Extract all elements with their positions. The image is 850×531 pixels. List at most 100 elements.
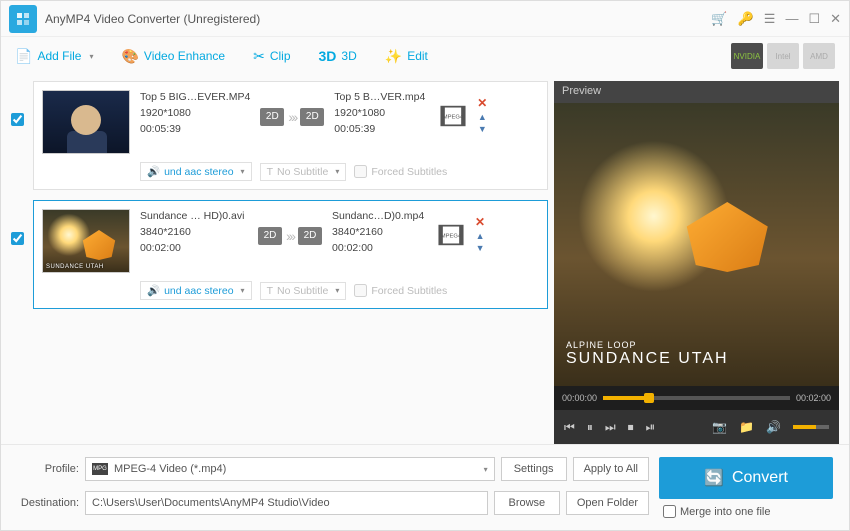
dest-info: Top 5 B…VER.mp4 1920*1080 00:05:39 bbox=[334, 90, 429, 137]
source-name: Top 5 BIG…EVER.MP4 bbox=[140, 90, 250, 106]
convert-icon: 🔄 bbox=[704, 468, 724, 488]
volume-slider[interactable] bbox=[793, 425, 829, 429]
dropdown-icon: ▾ bbox=[484, 465, 488, 474]
app-title: AnyMP4 Video Converter (Unregistered) bbox=[45, 12, 711, 26]
format-icon[interactable]: MPEG4 bbox=[439, 102, 467, 130]
2d-badge: 2D bbox=[260, 108, 284, 126]
subtitle-select[interactable]: T No Subtitle ▾ bbox=[260, 282, 347, 300]
move-up-button[interactable]: ▲ bbox=[478, 112, 487, 122]
move-down-button[interactable]: ▼ bbox=[478, 124, 487, 134]
subtitle-select[interactable]: T No Subtitle ▾ bbox=[260, 163, 347, 181]
speaker-icon: 🔊 bbox=[147, 165, 160, 178]
forced-sub-label: Forced Subtitles bbox=[371, 166, 447, 178]
wand-icon: ✨ bbox=[385, 48, 402, 65]
next-button[interactable]: ⏭ bbox=[605, 420, 616, 435]
snapshot-button[interactable]: 📷 bbox=[712, 420, 727, 434]
merge-checkbox-row[interactable]: Merge into one file bbox=[659, 505, 833, 518]
destination-value: C:\Users\User\Documents\AnyMP4 Studio\Vi… bbox=[92, 497, 330, 509]
add-file-label: Add File bbox=[37, 49, 81, 63]
bottom-panel: Profile: MPG MPEG-4 Video (*.mp4) ▾ Sett… bbox=[1, 444, 849, 530]
move-up-button[interactable]: ▲ bbox=[476, 231, 485, 241]
enhance-icon: 🎨 bbox=[121, 48, 138, 65]
thumbnail: SUNDANCE UTAH bbox=[42, 209, 130, 273]
pause-button[interactable]: ⏸ bbox=[587, 420, 593, 435]
move-down-button[interactable]: ▼ bbox=[476, 243, 485, 253]
gpu-amd[interactable]: AMD bbox=[803, 43, 835, 69]
dest-res: 1920*1080 bbox=[334, 106, 429, 122]
2d-badge: 2D bbox=[298, 227, 322, 245]
minimize-icon[interactable]: — bbox=[785, 11, 798, 26]
merge-label: Merge into one file bbox=[680, 506, 771, 518]
forced-sub-checkbox[interactable] bbox=[354, 165, 367, 178]
subtitle-label: No Subtitle bbox=[277, 166, 328, 178]
forced-sub-checkbox[interactable] bbox=[354, 284, 367, 297]
edit-label: Edit bbox=[407, 49, 428, 63]
close-icon[interactable]: ✕ bbox=[830, 11, 841, 27]
menu-icon[interactable]: ☰ bbox=[764, 11, 776, 27]
player-controls: ⏮ ⏸ ⏭ ⏹ ⏯ 📷 📁 🔊 bbox=[554, 410, 839, 444]
preview-header: Preview bbox=[554, 81, 839, 103]
profile-value: MPEG-4 Video (*.mp4) bbox=[114, 463, 226, 475]
key-icon[interactable]: 🔑 bbox=[738, 11, 754, 27]
apply-all-button[interactable]: Apply to All bbox=[573, 457, 649, 481]
edit-button[interactable]: ✨ Edit bbox=[385, 48, 428, 65]
audio-select[interactable]: 🔊 und aac stereo ▾ bbox=[140, 162, 252, 181]
dropdown-icon: ▾ bbox=[89, 52, 93, 61]
dest-info: Sundanc…D)0.mp4 3840*2160 00:02:00 bbox=[332, 209, 427, 256]
preview-video[interactable]: ALPINE LOOP SUNDANCE UTAH bbox=[554, 103, 839, 386]
clip-button[interactable]: ✂ Clip bbox=[253, 48, 290, 65]
gpu-intel[interactable]: Intel bbox=[767, 43, 799, 69]
source-dur: 00:02:00 bbox=[140, 241, 248, 257]
preview-overline: ALPINE LOOP bbox=[554, 340, 839, 350]
preview-title: SUNDANCE UTAH bbox=[554, 350, 839, 386]
file-row: SUNDANCE UTAH Sundance … HD)0.avi 3840*2… bbox=[11, 200, 548, 309]
destination-input[interactable]: C:\Users\User\Documents\AnyMP4 Studio\Vi… bbox=[85, 491, 488, 515]
browse-button[interactable]: Browse bbox=[494, 491, 560, 515]
remove-button[interactable]: ✕ bbox=[477, 96, 487, 110]
audio-label: und aac stereo bbox=[164, 166, 233, 178]
folder-button[interactable]: 📁 bbox=[739, 420, 754, 434]
video-enhance-button[interactable]: 🎨 Video Enhance bbox=[121, 48, 225, 65]
3d-label: 3D bbox=[341, 49, 356, 63]
cart-icon[interactable]: 🛒 bbox=[711, 11, 727, 27]
profile-select[interactable]: MPG MPEG-4 Video (*.mp4) ▾ bbox=[85, 457, 495, 481]
settings-button[interactable]: Settings bbox=[501, 457, 567, 481]
gpu-nvidia[interactable]: NVIDIA bbox=[731, 43, 763, 69]
volume-icon[interactable]: 🔊 bbox=[766, 420, 781, 434]
dest-dur: 00:05:39 bbox=[334, 122, 429, 138]
file-card[interactable]: Top 5 BIG…EVER.MP4 1920*1080 00:05:39 2D… bbox=[33, 81, 548, 190]
arrow-icon: ››› bbox=[282, 228, 298, 244]
source-info: Top 5 BIG…EVER.MP4 1920*1080 00:05:39 bbox=[140, 90, 250, 137]
convert-label: Convert bbox=[732, 469, 788, 487]
open-folder-button[interactable]: Open Folder bbox=[566, 491, 649, 515]
seek-slider[interactable] bbox=[603, 396, 790, 400]
mpg-icon: MPG bbox=[92, 463, 108, 475]
convert-button[interactable]: 🔄 Convert bbox=[659, 457, 833, 499]
stop-button[interactable]: ⏹ bbox=[628, 420, 634, 435]
subtitle-icon: T bbox=[267, 285, 273, 297]
add-file-button[interactable]: 📄 Add File ▾ bbox=[15, 48, 93, 65]
source-info: Sundance … HD)0.avi 3840*2160 00:02:00 bbox=[140, 209, 248, 256]
scissors-icon: ✂ bbox=[253, 48, 265, 65]
add-file-icon: 📄 bbox=[15, 48, 32, 65]
step-forward-button[interactable]: ⏯ bbox=[646, 420, 656, 435]
dest-name: Top 5 B…VER.mp4 bbox=[334, 90, 429, 106]
thumbnail bbox=[42, 90, 130, 154]
format-icon[interactable]: MPEG4 bbox=[437, 221, 465, 249]
row-checkbox[interactable] bbox=[11, 113, 24, 126]
dest-name: Sundanc…D)0.mp4 bbox=[332, 209, 427, 225]
dropdown-icon: ▾ bbox=[335, 286, 339, 295]
app-window: AnyMP4 Video Converter (Unregistered) 🛒 … bbox=[0, 0, 850, 531]
file-card[interactable]: SUNDANCE UTAH Sundance … HD)0.avi 3840*2… bbox=[33, 200, 548, 309]
maximize-icon[interactable]: ☐ bbox=[808, 11, 820, 27]
merge-checkbox[interactable] bbox=[663, 505, 676, 518]
3d-button[interactable]: 3D 3D bbox=[319, 48, 357, 64]
row-checkbox[interactable] bbox=[11, 232, 24, 245]
audio-select[interactable]: 🔊 und aac stereo ▾ bbox=[140, 281, 252, 300]
source-res: 3840*2160 bbox=[140, 225, 248, 241]
svg-text:MPEG4: MPEG4 bbox=[443, 114, 464, 120]
3d-icon: 3D bbox=[319, 48, 337, 64]
prev-button[interactable]: ⏮ bbox=[564, 420, 575, 435]
clip-label: Clip bbox=[270, 49, 291, 63]
remove-button[interactable]: ✕ bbox=[475, 215, 485, 229]
